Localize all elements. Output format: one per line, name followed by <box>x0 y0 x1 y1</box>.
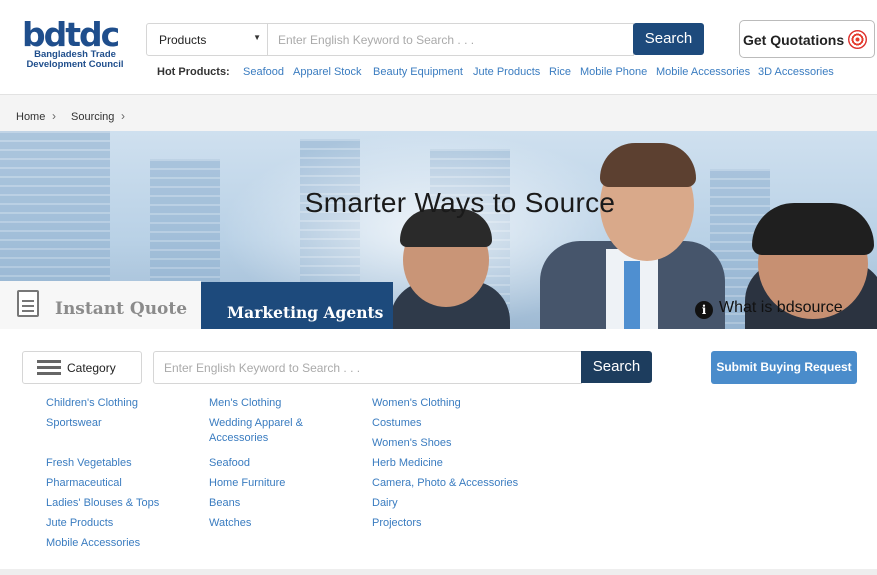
tab-instant-quote[interactable]: Instant Quote <box>0 281 201 329</box>
hot-product-link[interactable]: Apparel Stock <box>293 66 361 78</box>
banner-title: Smarter Ways to Source <box>304 187 616 218</box>
info-icon: i <box>695 301 713 319</box>
hot-products-label: Hot Products: <box>157 66 230 78</box>
product-type-select[interactable]: Products ▼ <box>146 23 268 56</box>
category-label: Category <box>67 361 116 375</box>
list-icon <box>37 360 61 375</box>
category-link[interactable]: Women's Clothing <box>372 396 522 411</box>
top-search-input[interactable]: Enter English Keyword to Search . . . <box>268 23 634 56</box>
category-link[interactable]: Home Furniture <box>209 476 359 491</box>
tie-decoration <box>624 261 640 329</box>
category-link[interactable]: Mobile Accessories <box>46 536 196 551</box>
category-link[interactable]: Wedding Apparel & Accessories <box>209 416 319 446</box>
what-is-bdsource-label: What is bdsource <box>719 299 843 316</box>
category-link[interactable]: Seafood <box>209 456 359 471</box>
target-icon <box>848 30 867 49</box>
category-link[interactable]: Costumes <box>372 416 522 431</box>
category-link[interactable]: Projectors <box>372 516 522 531</box>
hot-product-link[interactable]: 3D Accessories <box>758 66 834 78</box>
category-link[interactable]: Beans <box>209 496 359 511</box>
site-logo[interactable]: bdtdc Bangladesh Trade Development Counc… <box>21 15 131 76</box>
product-type-value: Products <box>159 33 207 47</box>
breadcrumb-chevron-icon: › <box>52 109 56 123</box>
tab-marketing-agents[interactable]: Marketing Agents <box>201 282 393 329</box>
category-link[interactable]: Fresh Vegetables <box>46 456 196 471</box>
hot-product-link[interactable]: Rice <box>549 66 571 78</box>
dropdown-caret-icon: ▼ <box>253 33 261 42</box>
hot-product-link[interactable]: Mobile Phone <box>580 66 647 78</box>
sourcing-search-input[interactable]: Enter English Keyword to Search . . . <box>153 351 582 384</box>
category-button[interactable]: Category <box>22 351 142 384</box>
what-is-bdsource-link[interactable]: i What is bdsource <box>695 299 843 319</box>
breadcrumb-sourcing[interactable]: Sourcing <box>71 111 114 123</box>
submit-buying-request-button[interactable]: Submit Buying Request <box>711 351 857 384</box>
hot-product-link[interactable]: Mobile Accessories <box>656 66 750 78</box>
hot-product-link[interactable]: Seafood <box>243 66 284 78</box>
breadcrumb-home[interactable]: Home <box>16 111 45 123</box>
logo-mark: bdtdc <box>22 15 120 54</box>
top-search-button[interactable]: Search <box>633 23 704 55</box>
category-link[interactable]: Watches <box>209 516 359 531</box>
breadcrumb: Home › Sourcing › <box>0 94 877 131</box>
person-hair <box>600 143 696 187</box>
category-link[interactable]: Camera, Photo & Accessories <box>372 476 542 491</box>
category-link[interactable]: Women's Shoes <box>372 436 522 451</box>
logo-line-2: Development Council <box>26 59 124 70</box>
category-link[interactable]: Men's Clothing <box>209 396 359 411</box>
sourcing-search-button[interactable]: Search <box>581 351 652 383</box>
hot-product-link[interactable]: Jute Products <box>473 66 540 78</box>
get-quotations-label: Get Quotations <box>743 32 845 48</box>
bottom-divider <box>0 569 877 575</box>
tab-instant-quote-label: Instant Quote <box>55 299 188 319</box>
get-quotations-button[interactable]: Get Quotations <box>739 20 875 58</box>
category-link[interactable]: Ladies' Blouses & Tops <box>46 496 196 511</box>
category-link[interactable]: Pharmaceutical <box>46 476 196 491</box>
category-link[interactable]: Children's Clothing <box>46 396 196 411</box>
breadcrumb-chevron-icon: › <box>121 109 125 123</box>
category-link[interactable]: Dairy <box>372 496 522 511</box>
category-link[interactable]: Sportswear <box>46 416 196 431</box>
category-link[interactable]: Herb Medicine <box>372 456 522 471</box>
hero-banner: Smarter Ways to Source Instant Quote Mar… <box>0 131 877 329</box>
category-link[interactable]: Jute Products <box>46 516 196 531</box>
document-icon <box>17 290 39 317</box>
hot-product-link[interactable]: Beauty Equipment <box>373 66 463 78</box>
